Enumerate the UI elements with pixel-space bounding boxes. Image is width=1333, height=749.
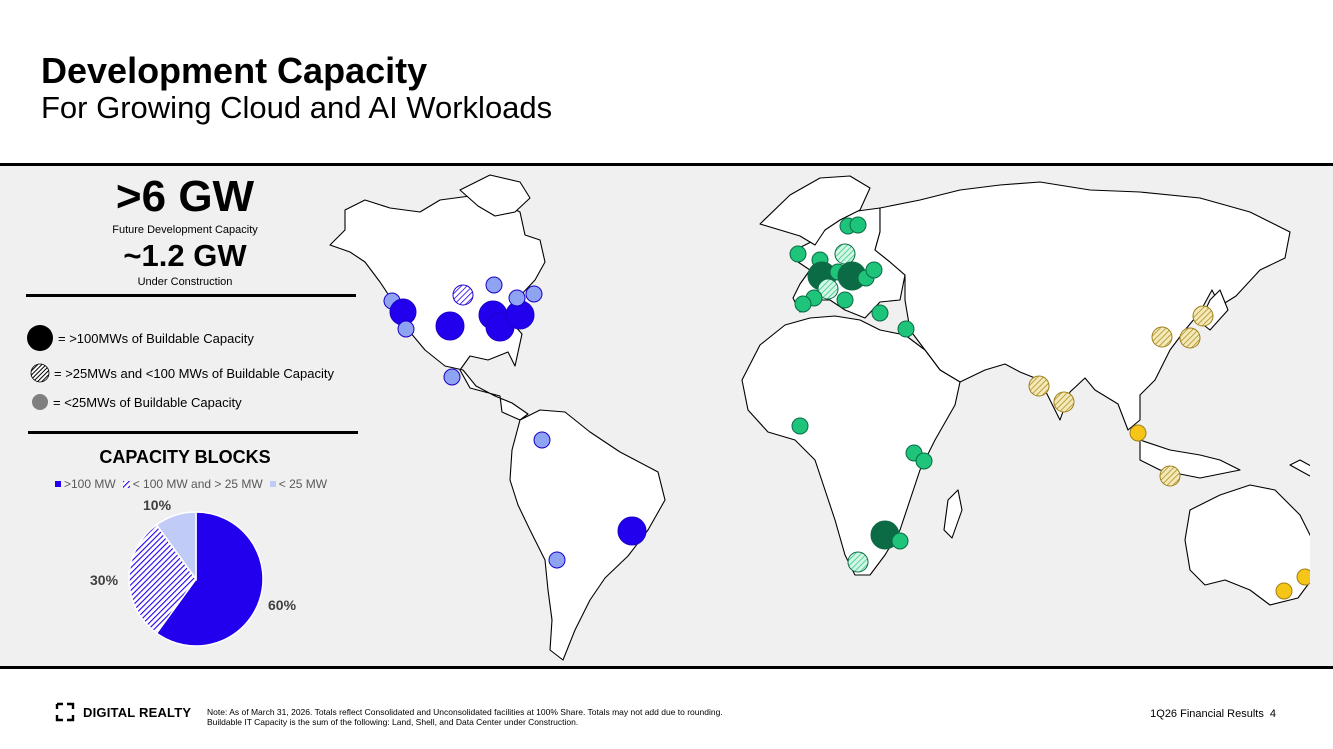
madagascar-landmass — [943, 489, 963, 539]
legend-small-label: = <25MWs of Buildable Capacity — [53, 394, 242, 410]
legend-swatch-0 — [55, 481, 61, 487]
divider-1 — [26, 294, 356, 297]
site-marker — [508, 289, 526, 307]
site-marker — [1275, 582, 1293, 600]
legend-swatch-1 — [122, 480, 130, 488]
site-marker — [485, 276, 503, 294]
site-marker — [1129, 424, 1147, 442]
legend-entry-1-label: < 100 MW and > 25 MW — [132, 477, 263, 491]
pie-label-60: 60% — [268, 597, 297, 613]
site-marker — [915, 452, 933, 470]
site-marker — [1151, 326, 1173, 348]
world-map — [329, 174, 1310, 661]
site-marker — [1179, 327, 1201, 349]
site-marker — [1028, 375, 1050, 397]
legend-entry-0-label: >100 MW — [64, 477, 116, 491]
capacity-pie-chart — [128, 511, 264, 647]
africa-landmass — [741, 315, 961, 576]
site-marker — [548, 551, 566, 569]
small-circle-icon — [32, 394, 48, 410]
site-marker — [525, 285, 543, 303]
divider-2 — [28, 431, 358, 434]
site-marker — [435, 311, 465, 341]
site-marker — [452, 284, 474, 306]
site-marker — [849, 216, 867, 234]
pie-label-30: 30% — [90, 572, 119, 588]
site-marker — [794, 295, 812, 313]
site-marker — [397, 320, 415, 338]
site-marker — [789, 245, 807, 263]
site-marker — [897, 320, 915, 338]
bracket-logo-icon — [55, 702, 75, 722]
page-subtitle: For Growing Cloud and AI Workloads — [41, 90, 553, 125]
new-zealand-landmass — [1289, 459, 1310, 477]
legend-small: = <25MWs of Buildable Capacity — [31, 393, 242, 411]
hatched-circle-icon — [30, 363, 50, 383]
site-marker — [617, 516, 647, 546]
chart-legend: >100 MW < 100 MW and > 25 MW < 25 MW — [55, 477, 327, 491]
legend-medium: = >25MWs and <100 MWs of Buildable Capac… — [30, 363, 334, 383]
indonesia-landmass — [1139, 439, 1241, 479]
footnote-line-2: Buildable IT Capacity is the sum of the … — [207, 717, 579, 727]
pie-label-10: 10% — [143, 497, 172, 513]
site-marker — [871, 304, 889, 322]
site-marker — [1053, 391, 1075, 413]
legend-entry-0: >100 MW — [55, 477, 116, 491]
brand-logo: DIGITAL REALTY — [55, 702, 191, 722]
footnote-line-1: Note: As of March 31, 2026. Totals refle… — [207, 707, 723, 717]
large-circle-icon — [27, 325, 53, 351]
site-marker — [1159, 465, 1181, 487]
site-marker — [1192, 305, 1214, 327]
legend-swatch-2 — [269, 481, 276, 487]
legend-entry-1: < 100 MW and > 25 MW — [122, 477, 263, 491]
site-marker — [1296, 568, 1310, 586]
site-marker — [533, 431, 551, 449]
site-marker — [791, 417, 809, 435]
legend-medium-label: = >25MWs and <100 MWs of Buildable Capac… — [54, 365, 335, 381]
site-marker — [865, 261, 883, 279]
report-label: 1Q26 Financial Results — [1150, 708, 1264, 720]
site-marker — [836, 291, 854, 309]
site-marker — [834, 243, 856, 265]
site-marker — [443, 368, 461, 386]
page-number: 4 — [1269, 708, 1276, 720]
page-title: Development Capacity — [41, 50, 428, 91]
legend-large-label: = >100MWs of Buildable Capacity — [58, 330, 254, 346]
site-marker — [847, 551, 869, 573]
footnote: Note: As of March 31, 2026. Totals refle… — [207, 707, 967, 727]
site-marker — [891, 532, 909, 550]
legend-large: = >100MWs of Buildable Capacity — [26, 324, 254, 352]
footer-right: 1Q26 Financial Results 4 — [1150, 708, 1276, 720]
brand-name: DIGITAL REALTY — [83, 704, 192, 720]
